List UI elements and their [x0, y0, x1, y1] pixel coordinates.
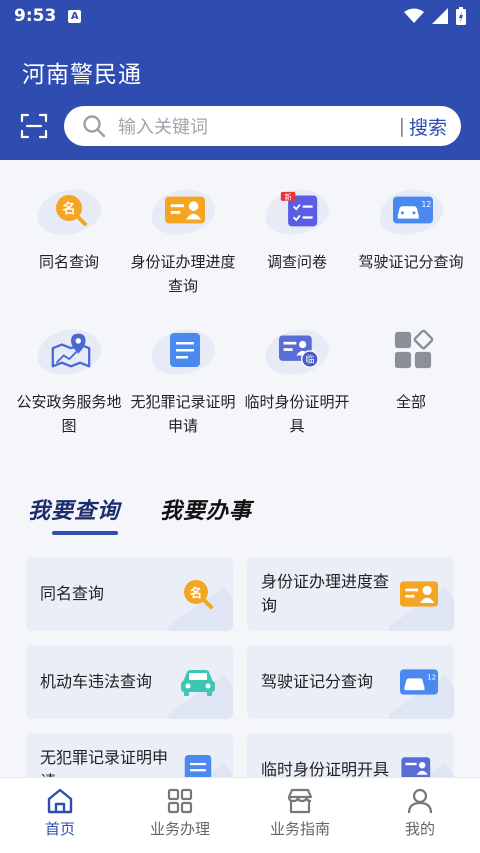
- grid-label: 驾驶证记分查询: [358, 253, 464, 271]
- grid-label: 同名查询: [38, 253, 99, 271]
- store-icon: [287, 788, 313, 814]
- nav-label: 业务办理: [149, 820, 210, 838]
- wifi-icon: [404, 8, 424, 23]
- status-icons: [404, 7, 466, 25]
- card-label: 同名查询: [40, 584, 105, 603]
- name-icon-glyph: 名: [62, 201, 75, 217]
- scan-icon[interactable]: [20, 112, 48, 140]
- name-icon-glyph: 名: [190, 585, 202, 600]
- grid-item-id-card-progress[interactable]: 身份证办理进度查询: [126, 180, 240, 298]
- nav-guide[interactable]: 业务指南: [240, 778, 360, 853]
- name-search-icon: 名: [179, 577, 217, 611]
- temp-badge: 临: [305, 354, 314, 366]
- signal-icon: [432, 8, 448, 24]
- notification-a-icon: A: [68, 9, 82, 23]
- service-grid: 名 同名查询 身份证办理进度查询 新 调查问卷 12 驾驶证记分查询 公安政务服…: [12, 180, 468, 438]
- card-vehicle-violation[interactable]: 机动车违法查询: [26, 645, 233, 719]
- grid-label: 调查问卷: [266, 253, 327, 271]
- app-title: 河南警民通: [22, 62, 142, 88]
- header: 9:53 A 河南警民通 输入关键词 | 搜索: [0, 0, 480, 160]
- nav-business[interactable]: 业务办理: [120, 778, 240, 853]
- temp-id-icon: 临: [261, 320, 333, 382]
- nav-label: 我的: [404, 820, 435, 838]
- grid-label: 身份证办理进度查询: [130, 253, 236, 295]
- car-icon: [179, 665, 217, 699]
- new-badge: 新: [284, 193, 291, 202]
- map-icon: [33, 320, 105, 382]
- driver-license-icon: 12: [375, 180, 447, 242]
- document-icon: [147, 320, 219, 382]
- id-card-icon: [400, 577, 438, 611]
- query-cards: 同名查询 名 身份证办理进度查询 机动车违法查询 驾驶证记分查询 12 无犯罪记…: [26, 557, 454, 807]
- nav-label: 业务指南: [269, 820, 330, 838]
- survey-icon: 新: [261, 180, 333, 242]
- card-label: 驾驶证记分查询: [261, 672, 374, 691]
- user-icon: [407, 788, 433, 814]
- tab-service[interactable]: 我要办事: [160, 493, 252, 543]
- grid-item-survey[interactable]: 新 调查问卷: [240, 180, 354, 298]
- driver-license-icon: 12: [400, 665, 438, 699]
- grid-icon: [167, 788, 193, 814]
- nav-home[interactable]: 首页: [0, 778, 120, 853]
- score-text: 12: [427, 672, 436, 681]
- search-button[interactable]: 搜索: [409, 113, 447, 140]
- grid-label: 临时身份证明开具: [244, 393, 350, 435]
- grid-item-temp-id[interactable]: 临 临时身份证明开具: [240, 320, 354, 438]
- section-tabs: 我要查询 我要办事: [28, 493, 252, 543]
- score-text: 12: [421, 200, 431, 209]
- status-time: 9:53: [14, 6, 57, 26]
- grid-item-no-criminal-record[interactable]: 无犯罪记录证明申请: [126, 320, 240, 438]
- nav-mine[interactable]: 我的: [360, 778, 480, 853]
- id-card-icon: [147, 180, 219, 242]
- grid-item-all[interactable]: 全部: [354, 320, 468, 438]
- grid-label: 无犯罪记录证明申请: [130, 393, 236, 435]
- card-label: 身份证办理进度查询: [261, 572, 390, 615]
- search-input[interactable]: 输入关键词: [118, 113, 399, 139]
- card-id-card-progress[interactable]: 身份证办理进度查询: [247, 557, 454, 631]
- grid-item-service-map[interactable]: 公安政务服务地图: [12, 320, 126, 438]
- search-divider: |: [398, 115, 405, 137]
- home-icon: [47, 788, 73, 814]
- all-icon: [377, 320, 445, 382]
- nav-label: 首页: [44, 820, 75, 838]
- search-icon: [83, 115, 106, 138]
- grid-item-driver-license[interactable]: 12 驾驶证记分查询: [354, 180, 468, 298]
- search-bar[interactable]: 输入关键词 | 搜索: [64, 106, 461, 146]
- battery-icon: [456, 7, 466, 25]
- bottom-nav: 首页 业务办理 业务指南 我的: [0, 777, 480, 853]
- card-driver-license[interactable]: 驾驶证记分查询 12: [247, 645, 454, 719]
- grid-item-name-search[interactable]: 名 同名查询: [12, 180, 126, 298]
- grid-label: 全部: [395, 393, 426, 411]
- name-search-icon: 名: [33, 180, 105, 242]
- card-name-search[interactable]: 同名查询 名: [26, 557, 233, 631]
- card-label: 机动车违法查询: [40, 672, 153, 691]
- grid-label: 公安政务服务地图: [16, 393, 122, 435]
- status-bar: 9:53 A: [0, 0, 480, 32]
- tab-underline: [52, 531, 118, 535]
- tab-query[interactable]: 我要查询: [28, 493, 120, 543]
